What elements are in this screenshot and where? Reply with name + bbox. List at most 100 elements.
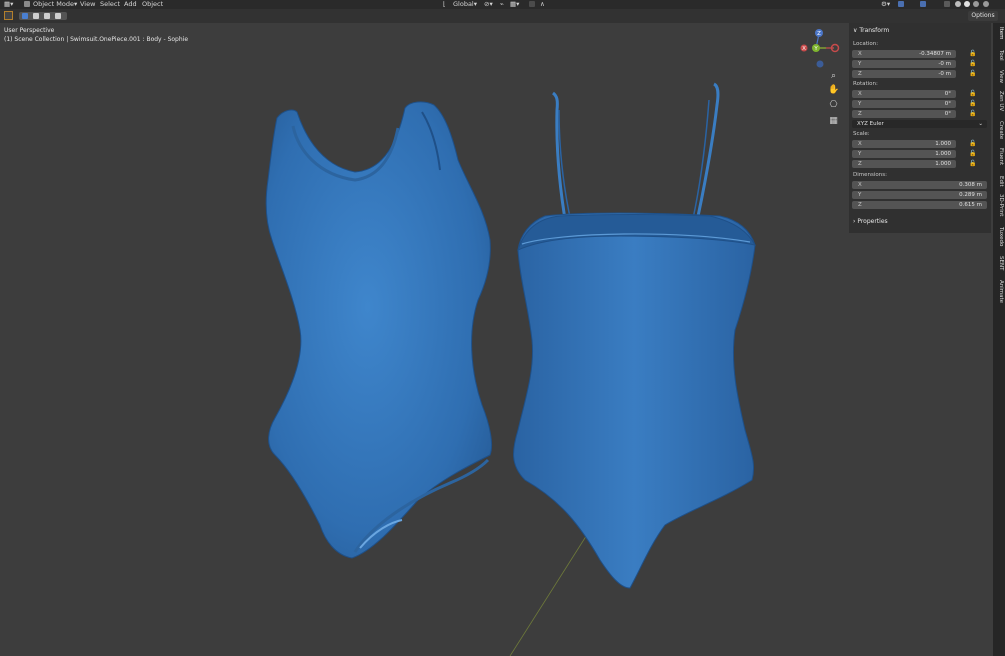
shading-rendered-icon[interactable]: [983, 1, 989, 7]
axis-x-label: X: [858, 91, 862, 97]
axis-x-label: X: [858, 51, 862, 57]
dimensions-x-value: 0.308 m: [959, 182, 982, 188]
select-intersect-icon[interactable]: [55, 13, 61, 19]
transform-title: Transform: [859, 27, 890, 34]
scale-z-value: 1.000: [935, 161, 951, 167]
lock-icon[interactable]: 🔓: [969, 161, 976, 167]
lock-icon[interactable]: 🔓: [969, 151, 976, 157]
ortho-grid-icon[interactable]: ▦: [828, 116, 839, 127]
axis-z-label: Z: [858, 202, 862, 208]
lock-icon[interactable]: 🔓: [969, 71, 976, 77]
tab-sent[interactable]: SENT: [994, 256, 1004, 270]
tab-animate[interactable]: Animate: [994, 280, 1004, 303]
properties-title: Properties: [857, 218, 888, 225]
transform-header[interactable]: ∨ Transform: [853, 27, 889, 34]
navigation-gizmo[interactable]: Z X Y: [800, 28, 842, 70]
gizmo-x-label: X: [802, 46, 806, 52]
shading-solid-icon[interactable]: [964, 1, 970, 7]
visibility-icon[interactable]: ⚙▾: [881, 0, 890, 9]
falloff-icon[interactable]: ∧: [540, 0, 545, 9]
tab-item[interactable]: Item: [994, 27, 1004, 40]
selection-mode-buttons[interactable]: [19, 12, 67, 20]
orientation-dropdown[interactable]: Global▾: [453, 0, 477, 9]
scale-x-field[interactable]: X 1.000: [852, 140, 956, 148]
viewport-scene[interactable]: [0, 23, 993, 656]
floor-y-axis: [509, 529, 591, 656]
select-tool-icon[interactable]: [4, 11, 13, 20]
axis-z-label: Z: [858, 71, 862, 77]
gizmo-y-label: Y: [813, 46, 818, 52]
tab-create[interactable]: Create: [994, 121, 1004, 139]
rotation-z-value: 0°: [944, 111, 951, 117]
rotation-y-value: 0°: [944, 101, 951, 107]
chevron-down-icon: ⌄: [978, 121, 983, 127]
axis-y-label: Y: [858, 101, 862, 107]
location-z-value: -0 m: [938, 71, 951, 77]
location-x-field[interactable]: X -0.34807 m: [852, 50, 956, 58]
gizmo-neg-z-axis[interactable]: [816, 60, 824, 68]
scale-y-field[interactable]: Y 1.000: [852, 150, 956, 158]
snap-icon[interactable]: ⌁: [500, 0, 504, 9]
scale-x-value: 1.000: [935, 141, 951, 147]
axis-z-label: Z: [858, 111, 862, 117]
lock-icon[interactable]: 🔓: [969, 91, 976, 97]
lock-icon[interactable]: 🔓: [969, 101, 976, 107]
lock-icon[interactable]: 🔓: [969, 61, 976, 67]
tab-edit[interactable]: Edit: [994, 176, 1004, 187]
location-y-field[interactable]: Y -0 m: [852, 60, 956, 68]
menu-select[interactable]: Select: [100, 0, 120, 9]
dimensions-y-field[interactable]: Y 0.289 m: [852, 191, 987, 199]
menu-object[interactable]: Object: [142, 0, 163, 9]
dimensions-z-field[interactable]: Z 0.615 m: [852, 201, 987, 209]
shading-wireframe-icon[interactable]: [955, 1, 961, 7]
menu-add[interactable]: Add: [124, 0, 137, 9]
tab-fluent[interactable]: Fluent: [994, 148, 1004, 165]
scale-y-value: 1.000: [935, 151, 951, 157]
dimensions-y-value: 0.289 m: [959, 192, 982, 198]
scale-z-field[interactable]: Z 1.000: [852, 160, 956, 168]
rotation-mode-dropdown[interactable]: XYZ Euler ⌄: [852, 120, 987, 128]
tab-3d-print[interactable]: 3D-Print: [994, 194, 1004, 216]
select-new-icon[interactable]: [22, 13, 28, 19]
scale-label: Scale:: [853, 131, 870, 137]
location-z-field[interactable]: Z -0 m: [852, 70, 956, 78]
xray-icon[interactable]: [944, 1, 950, 7]
overlay-toggle-icon[interactable]: [920, 1, 926, 7]
axis-z-label: Z: [858, 161, 862, 167]
axis-y-label: Y: [858, 151, 862, 157]
proportional-edit-icon[interactable]: [529, 1, 535, 7]
select-subtract-icon[interactable]: [44, 13, 50, 19]
camera-view-icon[interactable]: ⎔: [828, 100, 839, 111]
menu-view[interactable]: View: [80, 0, 95, 9]
gizmo-toggle-icon[interactable]: [898, 1, 904, 7]
gizmo-z-label: Z: [817, 31, 821, 37]
lock-icon[interactable]: 🔓: [969, 111, 976, 117]
snap-grid-icon[interactable]: ▦▾: [510, 0, 519, 9]
zoom-icon[interactable]: ⌕: [828, 71, 839, 82]
rotation-z-field[interactable]: Z 0°: [852, 110, 956, 118]
rotation-y-field[interactable]: Y 0°: [852, 100, 956, 108]
dimensions-label: Dimensions:: [853, 172, 887, 178]
lock-icon[interactable]: 🔓: [969, 51, 976, 57]
editor-type-icon[interactable]: ▦▾: [4, 0, 13, 9]
pivot-icon[interactable]: ⊘▾: [484, 0, 493, 9]
rotation-x-field[interactable]: X 0°: [852, 90, 956, 98]
orientation-label: Global: [453, 0, 474, 8]
tab-view[interactable]: View: [994, 70, 1004, 83]
shading-material-icon[interactable]: [973, 1, 979, 7]
tab-tool[interactable]: Tool: [994, 50, 1004, 61]
swimsuit-front-object[interactable]: [265, 101, 493, 559]
axis-x-label: X: [858, 182, 862, 188]
select-extend-icon[interactable]: [33, 13, 39, 19]
dimensions-x-field[interactable]: X 0.308 m: [852, 181, 987, 189]
sidebar-transform-panel: ∨ Transform Location: X -0.34807 m 🔓 Y -0 …: [849, 23, 991, 233]
options-button[interactable]: Options: [968, 11, 998, 21]
properties-header[interactable]: › Properties: [853, 218, 888, 225]
pan-hand-icon[interactable]: ✋: [828, 85, 839, 96]
swimsuit-back-object[interactable]: [513, 82, 756, 589]
tab-tuxedo[interactable]: Tuxedo: [994, 227, 1004, 246]
mode-dropdown[interactable]: Object Mode▾: [33, 0, 77, 9]
lock-icon[interactable]: 🔓: [969, 141, 976, 147]
sidebar-tabs: Item Tool View Zen UV Create Fluent Edit…: [993, 23, 1005, 656]
tab-zen-uv[interactable]: Zen UV: [994, 91, 1004, 111]
